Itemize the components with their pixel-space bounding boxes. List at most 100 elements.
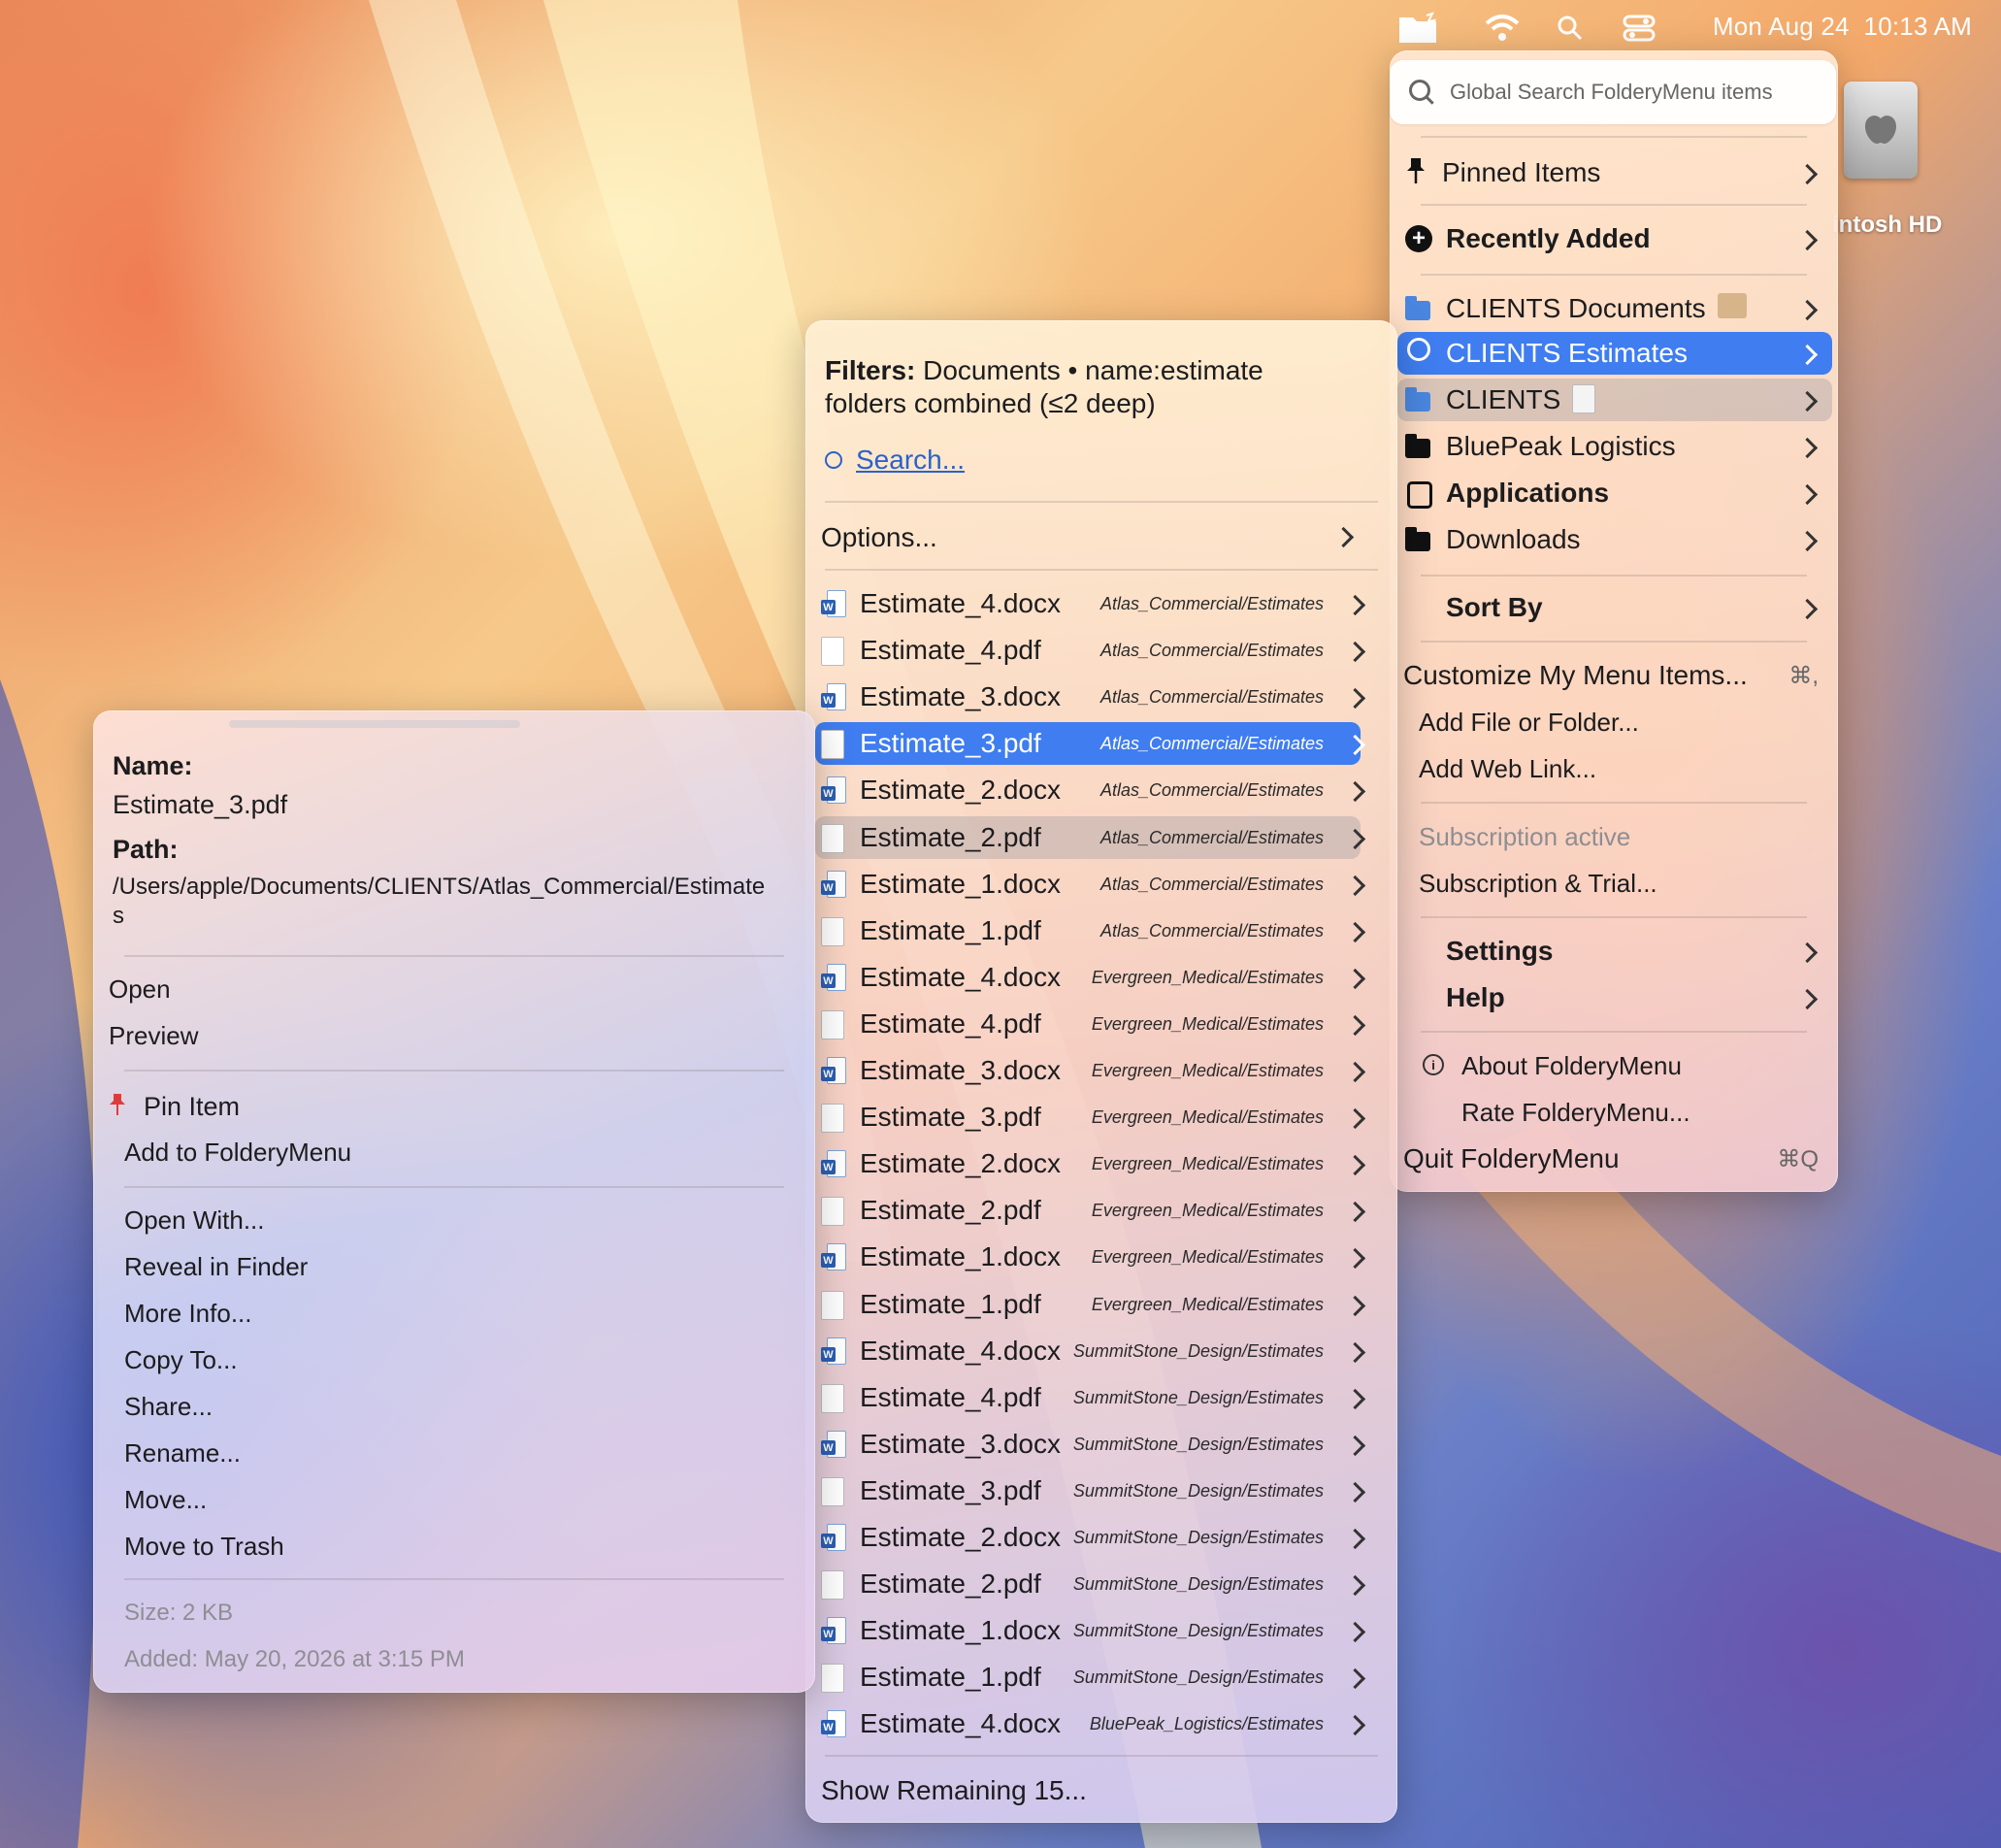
chevron-right-icon: [1344, 641, 1366, 663]
file-list-item[interactable]: W Estimate_1.docx SummitStone_Design/Estim…: [805, 1609, 1397, 1652]
file-name: Estimate_3.pdf: [860, 1102, 1041, 1132]
chevron-right-icon: [1796, 530, 1819, 552]
menubar-clock[interactable]: Mon Aug 24 10:13 AM: [1713, 12, 1972, 42]
file-list-item[interactable]: Estimate_1.pdf SummitStone_Design/Estimat…: [805, 1656, 1397, 1699]
file-path: SummitStone_Design/Estimates: [1072, 1387, 1324, 1407]
file-list-item[interactable]: Estimate_4.pdf SummitStone_Design/Estimat…: [805, 1376, 1397, 1419]
menu-item-add-web-link[interactable]: Add Web Link...: [1419, 747, 1826, 790]
menu-item-label: Downloads: [1446, 524, 1581, 554]
pdf-document-icon: [821, 637, 844, 666]
file-list-item[interactable]: W Estimate_3.docx Atlas_Commercial/Estimat…: [805, 676, 1397, 718]
name-value: Estimate_3.pdf: [113, 790, 288, 819]
word-document-icon: W: [821, 1431, 846, 1458]
file-list-item[interactable]: Estimate_1.pdf Evergreen_Medical/Estimate…: [805, 1283, 1397, 1326]
file-list-item[interactable]: W Estimate_2.docx Atlas_Commercial/Estimat…: [805, 769, 1397, 811]
folderymenu-status-icon[interactable]: [1397, 10, 1440, 47]
file-list-item[interactable]: W Estimate_4.docx SummitStone_Design/Estim…: [805, 1330, 1397, 1372]
file-path: Evergreen_Medical/Estimates: [1091, 1060, 1324, 1080]
global-search-input[interactable]: Global Search FolderyMenu items: [1390, 60, 1836, 124]
file-list-item[interactable]: Estimate_1.pdf Atlas_Commercial/Estimates: [805, 909, 1397, 952]
file-name: Estimate_3.docx: [860, 1429, 1061, 1459]
chevron-right-icon: [1344, 734, 1366, 756]
chevron-right-icon: [1344, 921, 1366, 943]
file-list-item[interactable]: Estimate_3.pdf Atlas_Commercial/Estimates: [805, 722, 1397, 765]
move-item[interactable]: Move...: [124, 1485, 207, 1515]
menu-item-add-file-or-folder[interactable]: Add File or Folder...: [1419, 701, 1826, 743]
file-name: Estimate_2.docx: [860, 1522, 1061, 1552]
file-path: SummitStone_Design/Estimates: [1072, 1527, 1324, 1547]
file-list-item[interactable]: W Estimate_1.docx Atlas_Commercial/Estimat…: [805, 863, 1397, 906]
file-list-item[interactable]: W Estimate_4.docx Atlas_Commercial/Estimat…: [805, 582, 1397, 625]
menu-item-label: Recently Added: [1446, 223, 1651, 253]
menu-item-sort-by[interactable]: Sort By: [1405, 586, 1828, 629]
menu-item-settings[interactable]: Settings: [1405, 930, 1828, 973]
menu-item-customize[interactable]: Customize My Menu Items... ⌘,: [1403, 654, 1828, 697]
menu-item-clients-documents[interactable]: CLIENTS Documents: [1405, 287, 1828, 330]
menu-item-applications[interactable]: Applications: [1405, 472, 1828, 514]
file-path: Evergreen_Medical/Estimates: [1091, 1246, 1324, 1267]
menu-item-downloads[interactable]: Downloads: [1405, 518, 1828, 561]
pdf-document-icon: [821, 917, 844, 946]
show-remaining-button[interactable]: Show Remaining 15...: [821, 1768, 1384, 1813]
file-list-item[interactable]: Estimate_4.pdf Atlas_Commercial/Estimates: [805, 629, 1397, 672]
file-list-item[interactable]: W Estimate_3.docx SummitStone_Design/Estim…: [805, 1423, 1397, 1466]
spotlight-search-icon[interactable]: [1557, 10, 1584, 47]
menu-item-recently-added[interactable]: + Recently Added: [1405, 217, 1828, 260]
reveal-in-finder-item[interactable]: Reveal in Finder: [124, 1252, 308, 1282]
file-list-item[interactable]: W Estimate_1.docx Evergreen_Medical/Estima…: [805, 1236, 1397, 1278]
chevron-right-icon: [1344, 687, 1366, 710]
file-list-item[interactable]: W Estimate_2.docx SummitStone_Design/Estim…: [805, 1516, 1397, 1559]
chevron-right-icon: [1344, 1107, 1366, 1130]
file-list-item[interactable]: Estimate_4.pdf Evergreen_Medical/Estimate…: [805, 1003, 1397, 1045]
preview-menu-item[interactable]: Preview: [109, 1021, 198, 1051]
add-to-folderymenu-item[interactable]: Add to FolderyMenu: [124, 1138, 351, 1168]
file-name: Estimate_2.docx: [860, 775, 1061, 805]
file-name: Estimate_2.pdf: [860, 1568, 1041, 1599]
menu-item-subscription-trial[interactable]: Subscription & Trial...: [1419, 862, 1826, 905]
separator: [1421, 204, 1807, 206]
open-with-item[interactable]: Open With...: [124, 1205, 265, 1236]
menu-item-label: Subscription & Trial...: [1419, 868, 1657, 898]
menu-item-label: CLIENTS Estimates: [1446, 338, 1688, 368]
open-menu-item[interactable]: Open: [109, 974, 171, 1005]
pdf-document-icon: [821, 1291, 844, 1320]
wifi-icon[interactable]: [1485, 10, 1520, 47]
file-list-item[interactable]: Estimate_2.pdf Evergreen_Medical/Estimate…: [805, 1189, 1397, 1232]
more-info-item[interactable]: More Info...: [124, 1299, 252, 1329]
move-to-trash-item[interactable]: Move to Trash: [124, 1532, 284, 1562]
separator: [124, 955, 784, 957]
word-document-icon: W: [821, 871, 846, 898]
chevron-right-icon: [1344, 968, 1366, 990]
menu-item-about[interactable]: i About FolderyMenu: [1423, 1044, 1828, 1087]
file-list-item[interactable]: W Estimate_2.docx Evergreen_Medical/Estima…: [805, 1142, 1397, 1185]
file-list-item[interactable]: Estimate_2.pdf SummitStone_Design/Estimat…: [805, 1563, 1397, 1605]
menu-item-quit[interactable]: Quit FolderyMenu ⌘Q: [1403, 1138, 1828, 1180]
file-list-item[interactable]: Estimate_3.pdf SummitStone_Design/Estimat…: [805, 1469, 1397, 1512]
file-path: Evergreen_Medical/Estimates: [1091, 1294, 1324, 1314]
file-name: Estimate_3.docx: [860, 681, 1061, 711]
chevron-right-icon: [1796, 299, 1819, 321]
menu-item-help[interactable]: Help: [1405, 976, 1828, 1019]
file-name: Estimate_2.pdf: [860, 822, 1041, 852]
control-center-icon[interactable]: [1623, 10, 1656, 47]
file-name: Estimate_1.docx: [860, 869, 1061, 899]
copy-to-item[interactable]: Copy To...: [124, 1345, 238, 1375]
menu-item-pinned-items[interactable]: Pinned Items: [1405, 151, 1828, 194]
chevron-right-icon: [1344, 1014, 1366, 1037]
menu-item-rate[interactable]: Rate FolderyMenu...: [1423, 1091, 1828, 1134]
file-path: Atlas_Commercial/Estimates: [1099, 686, 1324, 707]
menu-item-clients-estimates[interactable]: CLIENTS Estimates: [1405, 332, 1828, 375]
rename-item[interactable]: Rename...: [124, 1438, 241, 1468]
file-list-item[interactable]: W Estimate_4.docx BluePeak_Logistics/Estim…: [805, 1702, 1397, 1745]
file-list-item[interactable]: Estimate_2.pdf Atlas_Commercial/Estimates: [805, 816, 1397, 859]
macintosh-hd-icon[interactable]: [1844, 82, 1918, 179]
saved-search-icon: [1407, 338, 1430, 361]
file-list-item[interactable]: Estimate_3.pdf Evergreen_Medical/Estimate…: [805, 1096, 1397, 1138]
chevron-right-icon: [1796, 390, 1819, 412]
file-list-item[interactable]: W Estimate_4.docx Evergreen_Medical/Estima…: [805, 956, 1397, 999]
file-list-item[interactable]: W Estimate_3.docx Evergreen_Medical/Estima…: [805, 1049, 1397, 1092]
pdf-document-icon: [821, 1570, 844, 1600]
menu-item-clients[interactable]: CLIENTS: [1405, 379, 1828, 421]
menu-item-bluepeak-logistics[interactable]: BluePeak Logistics: [1405, 425, 1828, 468]
share-item[interactable]: Share...: [124, 1392, 213, 1422]
